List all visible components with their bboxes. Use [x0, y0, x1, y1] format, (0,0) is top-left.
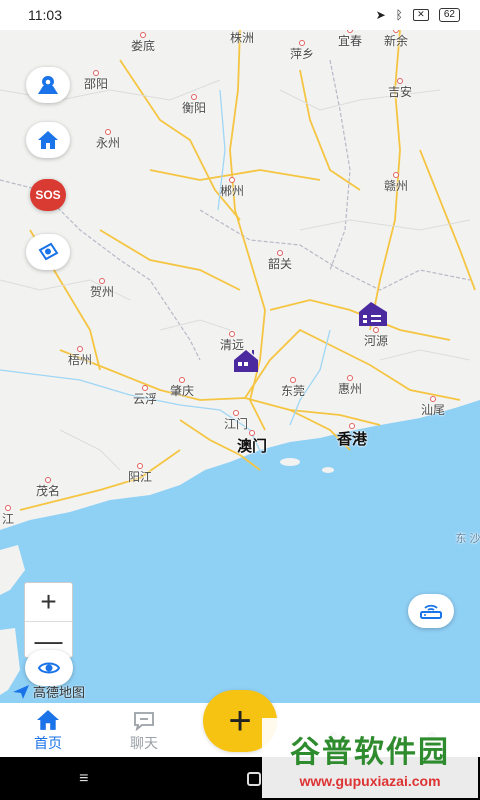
map-logo-text: 高德地图	[33, 685, 86, 700]
router-icon	[420, 604, 442, 619]
location-arrow-icon: ➤	[375, 8, 386, 22]
city-label: 邵阳	[83, 77, 109, 91]
sos-button[interactable]: SOS	[30, 179, 66, 211]
city-label: 萍乡	[289, 47, 315, 61]
status-time: 11:03	[28, 7, 62, 23]
zoom-in-button[interactable]: +	[25, 583, 72, 621]
city-label: 茂名	[35, 484, 61, 498]
city-label: 江门	[223, 417, 249, 431]
eye-locate-icon	[37, 662, 61, 674]
map-pin-button[interactable]	[26, 67, 70, 103]
status-bar: 11:03 ➤ ᛒ ✕ 62	[0, 0, 480, 30]
city-label: 香港	[336, 431, 368, 448]
home-marker-icon[interactable]	[357, 300, 391, 328]
city-label: 贺州	[89, 285, 115, 299]
home-marker-icon[interactable]	[232, 348, 266, 374]
city-label: 韶关	[267, 257, 293, 271]
city-label: 娄底	[130, 39, 156, 53]
status-icons: ➤ ᛒ ✕ 62	[376, 8, 460, 22]
city-label: 赣州	[383, 179, 409, 193]
watermark: 谷普软件园 www.gupuxiazai.com	[262, 718, 478, 798]
router-button[interactable]	[408, 594, 454, 628]
city-label: 肇庆	[169, 384, 195, 398]
locate-button[interactable]	[25, 650, 73, 686]
city-label: 衡阳	[181, 101, 207, 115]
tab-chat-label: 聊天	[130, 735, 158, 751]
map-provider-logo: 高德地图	[12, 682, 85, 701]
home-nav-icon[interactable]	[246, 771, 261, 786]
city-label: 梧州	[67, 353, 93, 367]
sos-label: SOS	[35, 188, 61, 202]
geofence-icon	[38, 242, 59, 261]
amap-arrow-icon	[13, 684, 29, 699]
city-label: 株洲	[229, 31, 255, 45]
chat-icon	[134, 712, 154, 731]
home-icon	[37, 710, 59, 730]
city-label: 阳江	[127, 470, 153, 484]
tab-chat[interactable]: 聊天	[96, 703, 192, 757]
map-view[interactable]: 娄底 株洲 萍乡 宜春 新余 邵阳 衡阳 吉安 永州 郴州 赣州 韶关 贺州 河源 清远 梧州 肇庆 东莞 惠州 云浮…	[0, 30, 480, 703]
city-label: 东莞	[280, 384, 306, 398]
tab-home[interactable]: 首页	[0, 703, 96, 757]
watermark-title: 谷普软件园	[290, 736, 450, 769]
city-label: 新余	[383, 34, 409, 48]
city-label: 江	[1, 512, 15, 526]
zoom-control: + —	[24, 582, 73, 658]
map-pin-icon	[38, 76, 58, 94]
city-label: 东 沙	[455, 533, 480, 545]
city-label: 云浮	[132, 392, 158, 406]
city-label: 宜春	[337, 34, 363, 48]
city-label: 郴州	[219, 184, 245, 198]
no-sim-icon: ✕	[412, 9, 429, 21]
watermark-url: www.gupuxiazai.com	[299, 773, 441, 789]
city-label: 吉安	[387, 85, 413, 99]
bluetooth-icon: ᛒ	[395, 8, 403, 22]
city-label: 澳门	[236, 438, 268, 455]
tab-home-label: 首页	[34, 735, 62, 751]
menu-nav-icon[interactable]: ≡	[79, 770, 88, 788]
city-label: 永州	[95, 136, 121, 150]
city-label: 河源	[363, 334, 389, 348]
city-label: 惠州	[337, 382, 363, 396]
home-icon	[38, 131, 58, 149]
home-button[interactable]	[26, 122, 70, 158]
battery-icon: 62	[438, 8, 460, 22]
geofence-button[interactable]	[26, 234, 70, 270]
city-label: 汕尾	[420, 403, 446, 417]
